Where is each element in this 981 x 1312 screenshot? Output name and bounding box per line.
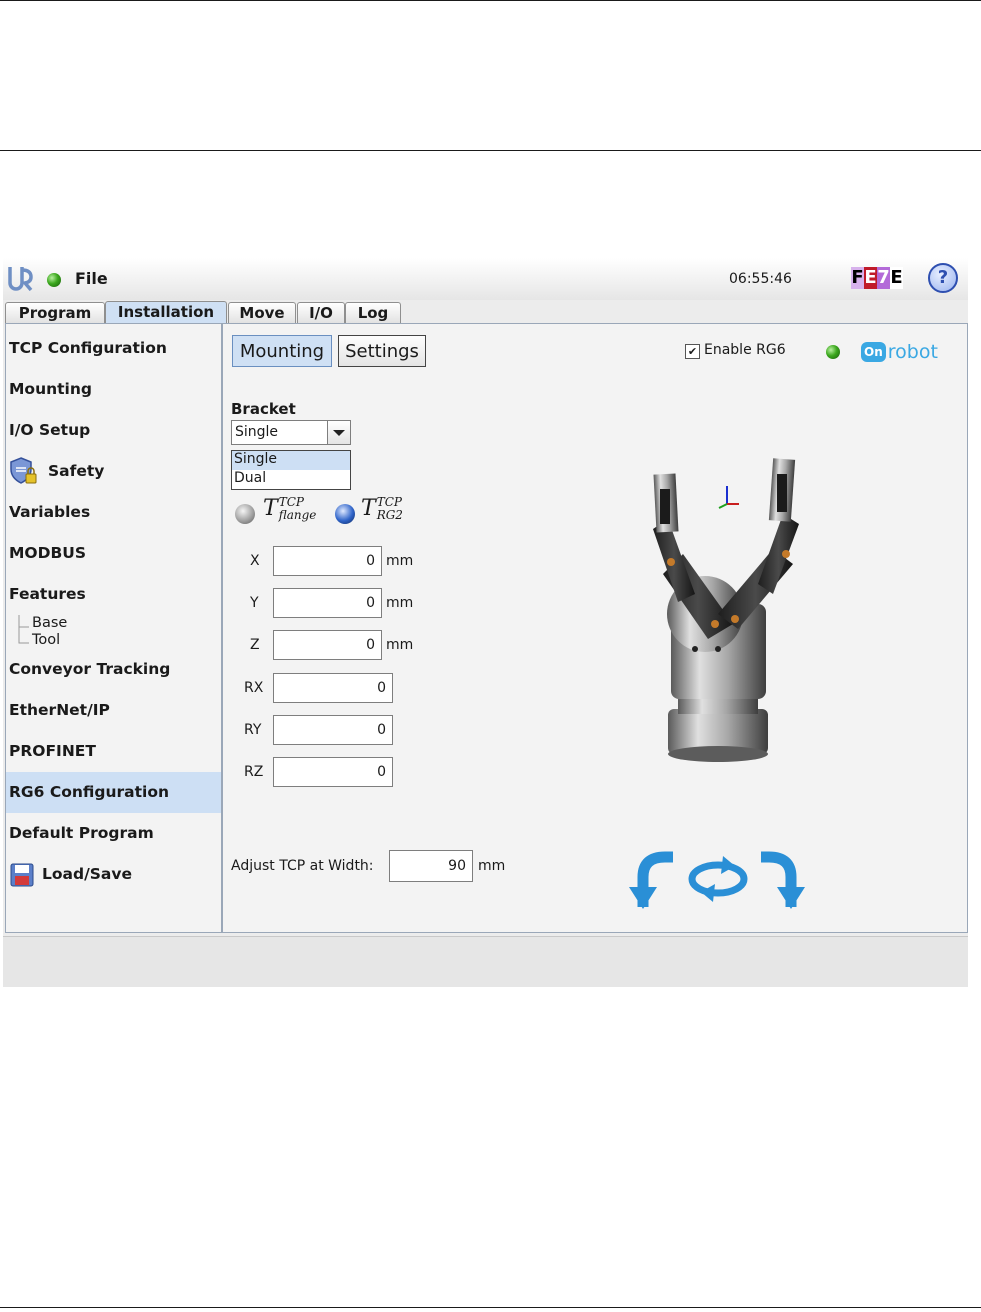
sidebar-item-profinet[interactable]: PROFINET [6, 731, 221, 772]
file-menu[interactable]: File [75, 269, 108, 288]
installation-sidebar: TCP Configuration Mounting I/O Setup Saf… [5, 323, 222, 933]
tcp-rg2-radio[interactable] [335, 504, 355, 524]
bracket-label: Bracket [231, 400, 296, 418]
page-bottom-rule [0, 1307, 981, 1308]
rx-field[interactable]: 0 [273, 673, 393, 703]
badge-letter: 7 [877, 267, 890, 289]
badge-letter: E [890, 267, 903, 289]
shield-lock-icon [10, 457, 37, 484]
sidebar-item-mounting[interactable]: Mounting [6, 369, 221, 410]
sidebar-item-variables[interactable]: Variables [6, 492, 221, 533]
adjust-tcp-width-field[interactable]: 90 [389, 850, 473, 882]
sidebar-item-label: Safety [48, 462, 105, 480]
rg6-configuration-panel: Mounting Settings ✔ Enable RG6 On robot … [222, 323, 968, 933]
rotate-left-icon[interactable] [625, 847, 683, 911]
tab-log[interactable]: Log [345, 302, 401, 323]
ry-label: RY [244, 722, 262, 738]
feature-item-base[interactable]: Base [32, 615, 67, 631]
tab-move[interactable]: Move [228, 302, 296, 323]
z-unit: mm [386, 637, 414, 653]
page-top-rule [0, 0, 981, 1]
tcp-rg2-base: T [361, 496, 376, 521]
dropdown-option-single[interactable]: Single [232, 451, 350, 470]
adjust-tcp-label: Adjust TCP at Width: [231, 858, 374, 874]
polyscope-window: File 06:55:46 F E 7 E ? Program Installa… [3, 258, 968, 987]
x-field[interactable]: 0 [273, 546, 382, 576]
badge-letter: E [864, 267, 877, 289]
fe7e-badge: F E 7 E [851, 267, 903, 289]
tcp-flange-label: TTCP flange [263, 496, 316, 528]
status-bar [3, 936, 968, 987]
help-icon[interactable]: ? [928, 263, 958, 293]
rz-label: RZ [244, 764, 264, 780]
sidebar-item-label: Load/Save [42, 865, 132, 883]
rotate-right-icon[interactable] [751, 847, 809, 911]
z-label: Z [250, 637, 260, 653]
bracket-select[interactable]: Single [231, 420, 351, 445]
tab-installation[interactable]: Installation [105, 301, 227, 324]
clock: 06:55:46 [729, 271, 792, 287]
status-led-icon [47, 273, 61, 287]
y-unit: mm [386, 595, 414, 611]
floppy-disk-icon [10, 863, 34, 887]
onrobot-mark-icon: On [861, 342, 886, 362]
enable-rg6-checkbox[interactable]: ✔ [685, 344, 700, 359]
chevron-down-icon[interactable] [327, 421, 350, 444]
adjust-tcp-unit: mm [478, 858, 506, 874]
main-tabs: Program Installation Move I/O Log [3, 301, 968, 324]
gripper-status-led-icon [826, 345, 840, 359]
x-label: X [250, 553, 260, 569]
tcp-rg2-sup: TCP [376, 495, 402, 509]
bracket-dropdown-list: Single Dual [231, 450, 351, 490]
header-bar: File 06:55:46 F E 7 E ? [3, 258, 968, 300]
tcp-flange-base: T [263, 496, 278, 521]
x-unit: mm [386, 553, 414, 569]
sidebar-item-rg6-configuration[interactable]: RG6 Configuration [6, 772, 221, 813]
tab-io[interactable]: I/O [297, 302, 345, 323]
y-label: Y [250, 595, 259, 611]
enable-rg6-label: Enable RG6 [704, 342, 786, 358]
sidebar-item-load-save[interactable]: Load/Save [6, 854, 221, 895]
dropdown-option-dual[interactable]: Dual [232, 470, 350, 489]
rg6-gripper-3d-view[interactable] [623, 454, 833, 784]
ry-field[interactable]: 0 [273, 715, 393, 745]
brand-text: robot [887, 341, 938, 363]
tcp-flange-sub: flange [278, 508, 317, 522]
sidebar-item-features[interactable]: Features [6, 574, 221, 615]
tcp-rg2-label: TTCP RG2 [361, 496, 403, 528]
sidebar-item-conveyor-tracking[interactable]: Conveyor Tracking [6, 649, 221, 690]
page-header-rule [0, 150, 981, 151]
tcp-flange-radio[interactable] [235, 504, 255, 524]
rotate-around-icon[interactable] [685, 854, 751, 904]
y-field[interactable]: 0 [273, 588, 382, 618]
sidebar-item-default-program[interactable]: Default Program [6, 813, 221, 854]
settings-button[interactable]: Settings [338, 335, 426, 367]
sidebar-item-ethernet-ip[interactable]: EtherNet/IP [6, 690, 221, 731]
sidebar-item-tcp-configuration[interactable]: TCP Configuration [6, 328, 221, 369]
sidebar-item-modbus[interactable]: MODBUS [6, 533, 221, 574]
z-field[interactable]: 0 [273, 630, 382, 660]
feature-item-tool[interactable]: Tool [32, 632, 60, 648]
rz-field[interactable]: 0 [273, 757, 393, 787]
sidebar-item-io-setup[interactable]: I/O Setup [6, 410, 221, 451]
tcp-flange-sup: TCP [278, 495, 304, 509]
bracket-select-value: Single [235, 424, 279, 440]
tcp-rg2-sub: RG2 [376, 508, 403, 522]
sidebar-item-safety[interactable]: Safety [6, 451, 221, 492]
rx-label: RX [244, 680, 264, 696]
ur-logo-icon [8, 267, 33, 292]
onrobot-logo: On robot [861, 339, 938, 365]
tab-program[interactable]: Program [5, 302, 105, 323]
badge-letter: F [851, 267, 864, 289]
mounting-button[interactable]: Mounting [232, 335, 332, 367]
